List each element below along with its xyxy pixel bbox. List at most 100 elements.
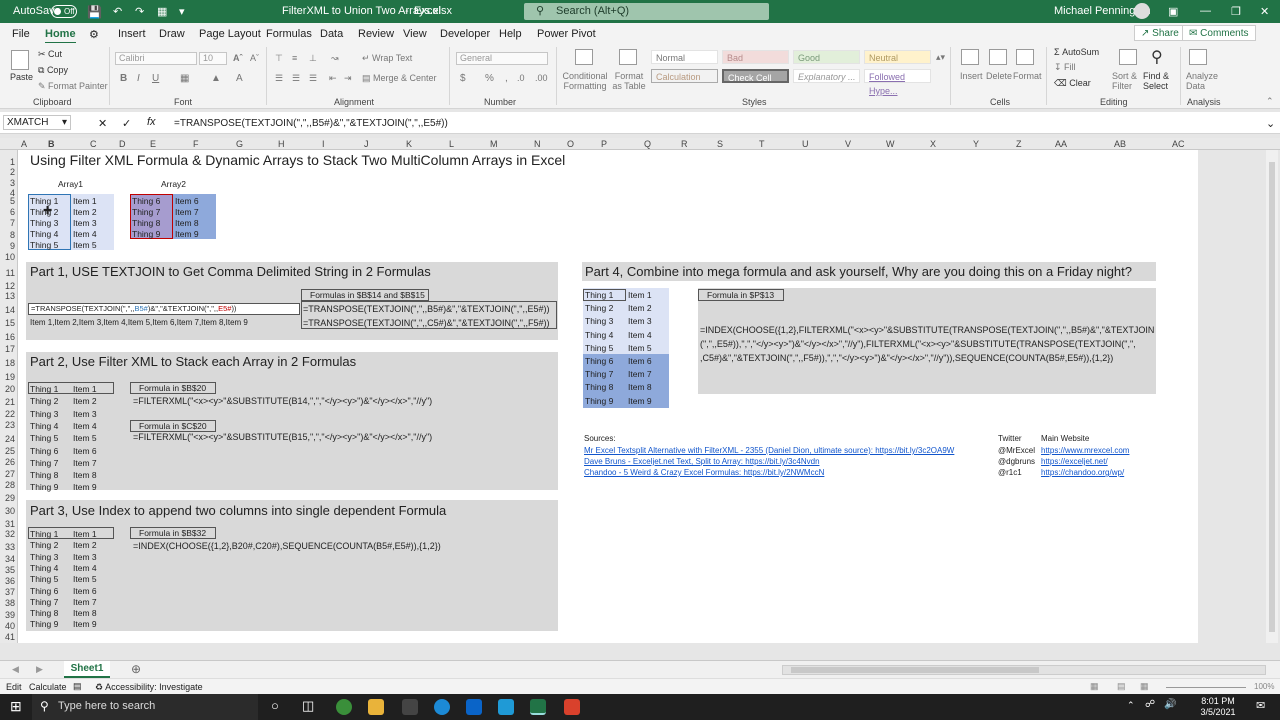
- stack-cell[interactable]: Item 2: [628, 303, 652, 313]
- stack-cell[interactable]: Thing 6: [585, 356, 613, 366]
- stack-cell[interactable]: Thing 5: [30, 574, 58, 584]
- row-header[interactable]: 12: [2, 281, 15, 291]
- column-header[interactable]: W: [886, 139, 895, 149]
- row-header[interactable]: 32: [2, 529, 15, 539]
- stack-cell[interactable]: Item 7: [628, 369, 652, 379]
- stack-cell[interactable]: Thing 7: [30, 458, 58, 468]
- stack-cell[interactable]: Thing 6: [30, 446, 58, 456]
- prev-sheet-icon[interactable]: ◀: [12, 664, 19, 675]
- stack-cell[interactable]: Thing 8: [30, 470, 58, 480]
- clear-button[interactable]: ⌫ Clear: [1054, 78, 1091, 89]
- network-icon[interactable]: ☍: [1145, 699, 1155, 710]
- delete-cells-icon[interactable]: [989, 49, 1007, 65]
- mail-icon[interactable]: [466, 699, 482, 715]
- stack-cell[interactable]: Item 7: [73, 597, 97, 607]
- expand-formula-bar-icon[interactable]: ⌄: [1266, 117, 1275, 130]
- row-header[interactable]: 37: [2, 587, 15, 597]
- comments-button[interactable]: ✉ Comments: [1182, 25, 1256, 41]
- stack-cell[interactable]: Item 7: [73, 458, 97, 468]
- cortana-icon[interactable]: ○: [271, 698, 279, 713]
- task-view-icon[interactable]: ◫: [302, 698, 314, 714]
- column-header[interactable]: Q: [644, 139, 651, 149]
- stack-cell[interactable]: Item 8: [73, 608, 97, 618]
- array1-cell[interactable]: Item 1: [73, 196, 97, 206]
- stack-cell[interactable]: Thing 8: [30, 608, 58, 618]
- stack-cell[interactable]: Thing 7: [585, 369, 613, 379]
- paste-button[interactable]: Paste: [10, 72, 33, 82]
- row-header[interactable]: 2: [2, 167, 15, 177]
- stack-cell[interactable]: Item 1: [73, 384, 97, 394]
- row-header[interactable]: 5: [2, 196, 15, 206]
- stack-cell[interactable]: Thing 4: [30, 563, 58, 573]
- align-middle-icon[interactable]: ≡: [292, 53, 297, 63]
- row-header[interactable]: 35: [2, 565, 15, 575]
- autosave-toggle[interactable]: Off: [51, 5, 77, 18]
- row-header[interactable]: 39: [2, 610, 15, 620]
- stack-cell[interactable]: Item 5: [73, 433, 97, 443]
- number-format-select[interactable]: General: [456, 52, 548, 65]
- format-cells-icon[interactable]: [1016, 49, 1034, 65]
- stack-cell[interactable]: Thing 2: [30, 396, 58, 406]
- italic-icon[interactable]: I: [137, 73, 140, 84]
- row-header[interactable]: 3: [2, 178, 15, 188]
- insert-cells-icon[interactable]: [961, 49, 979, 65]
- align-center-icon[interactable]: ☰: [292, 73, 300, 84]
- source-site-link[interactable]: https://chandoo.org/wp/: [1041, 468, 1124, 478]
- row-header[interactable]: 26: [2, 457, 15, 467]
- row-header[interactable]: 28: [2, 480, 15, 490]
- row-header[interactable]: 30: [2, 506, 15, 516]
- column-header[interactable]: D: [119, 139, 126, 149]
- column-header[interactable]: I: [322, 139, 325, 149]
- worksheet[interactable]: Using Filter XML Formula & Dynamic Array…: [18, 150, 1198, 643]
- stack-cell[interactable]: Item 4: [73, 563, 97, 573]
- restore-icon[interactable]: ❐: [1231, 5, 1241, 18]
- source-link[interactable]: Mr Excel Textsplit Alternative with Filt…: [584, 446, 954, 456]
- column-header[interactable]: L: [449, 139, 454, 149]
- formula-input[interactable]: =TRANSPOSE(TEXTJOIN(",",,B5#)&","&TEXTJO…: [174, 118, 448, 129]
- array2-cell[interactable]: Thing 9: [132, 229, 160, 239]
- stack-cell[interactable]: Thing 9: [30, 619, 58, 629]
- stack-cell[interactable]: Item 8: [73, 470, 97, 480]
- insert-function-icon[interactable]: fx: [147, 116, 156, 128]
- customize-qat-icon[interactable]: ▾: [179, 5, 185, 18]
- style-explanatory[interactable]: Explanatory ...: [793, 69, 860, 83]
- column-header[interactable]: E: [150, 139, 156, 149]
- format-as-table-icon[interactable]: [619, 49, 637, 65]
- stack-cell[interactable]: Thing 5: [30, 433, 58, 443]
- array1-cell[interactable]: Item 3: [73, 218, 97, 228]
- row-header[interactable]: 8: [2, 230, 15, 240]
- stack-cell[interactable]: Thing 9: [585, 396, 613, 406]
- tab-view[interactable]: View: [403, 28, 427, 40]
- row-header[interactable]: 10: [2, 252, 15, 262]
- insert-cells-button[interactable]: Insert: [960, 71, 983, 81]
- column-header[interactable]: Z: [1016, 139, 1022, 149]
- wrap-text-button[interactable]: ↵ Wrap Text: [362, 53, 412, 64]
- currency-icon[interactable]: $: [460, 73, 466, 84]
- cell-b14-editing[interactable]: =TRANSPOSE(TEXTJOIN(",",,B5#)&","&TEXTJO…: [28, 303, 300, 315]
- column-header[interactable]: AB: [1114, 139, 1126, 149]
- format-as-table-button[interactable]: Format as Table: [611, 71, 647, 91]
- row-header[interactable]: 38: [2, 598, 15, 608]
- fill-color-icon[interactable]: ▲: [211, 73, 221, 84]
- align-bottom-icon[interactable]: ⊥: [309, 53, 317, 64]
- tab-review[interactable]: Review: [358, 28, 394, 40]
- stack-cell[interactable]: Item 2: [73, 540, 97, 550]
- taskbar-search[interactable]: ⚲ Type here to search: [32, 694, 258, 720]
- array2-cell[interactable]: Item 8: [175, 218, 199, 228]
- tab-draw[interactable]: Draw: [159, 28, 185, 40]
- row-header[interactable]: 36: [2, 576, 15, 586]
- font-size-select[interactable]: 10: [199, 52, 227, 65]
- show-hidden-icons-icon[interactable]: ⌃: [1127, 700, 1135, 711]
- tab-home[interactable]: Home: [45, 28, 76, 44]
- analyze-data-button[interactable]: Analyze Data: [1186, 71, 1218, 91]
- vertical-scrollbar[interactable]: [1266, 150, 1278, 643]
- styles-scroll-icon[interactable]: ▴▾: [936, 52, 945, 63]
- zoom-slider[interactable]: [1166, 687, 1246, 688]
- column-header[interactable]: AA: [1055, 139, 1067, 149]
- row-header[interactable]: 9: [2, 241, 15, 251]
- row-header[interactable]: 16: [2, 332, 15, 342]
- name-box[interactable]: XMATCH ▾: [3, 115, 71, 130]
- sort-filter-button[interactable]: Sort & Filter: [1112, 71, 1142, 91]
- close-icon[interactable]: ✕: [1260, 5, 1269, 18]
- array2-cell[interactable]: Item 6: [175, 196, 199, 206]
